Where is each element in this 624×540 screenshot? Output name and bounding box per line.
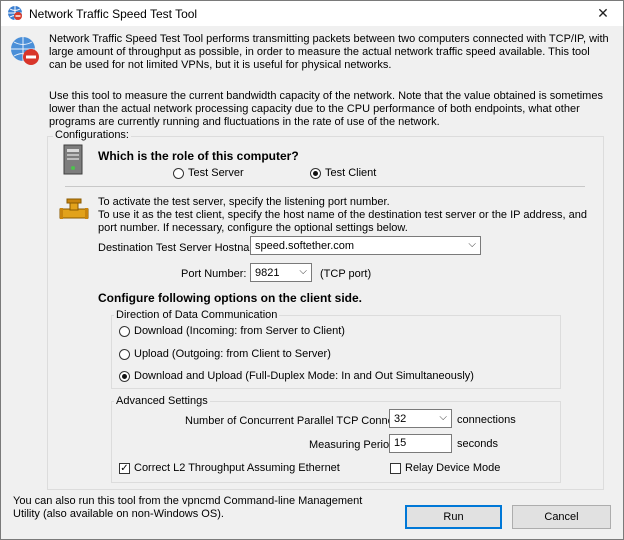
radio-upload-label: Upload (Outgoing: from Client to Server) xyxy=(134,348,331,360)
radio-full-duplex[interactable]: Download and Upload (Full-Duplex Mode: I… xyxy=(119,370,474,382)
connections-value: 32 xyxy=(394,412,407,425)
radio-full-duplex-label: Download and Upload (Full-Duplex Mode: I… xyxy=(134,370,474,382)
chevron-down-icon[interactable]: ⌵ xyxy=(299,266,307,277)
radio-indicator-selected xyxy=(310,167,321,179)
section-divider xyxy=(65,186,585,187)
run-button[interactable]: Run xyxy=(405,505,502,529)
footer-note: You can also run this tool from the vpnc… xyxy=(13,495,363,520)
close-icon: ✕ xyxy=(597,5,609,21)
intro-paragraph-2: Use this tool to measure the current ban… xyxy=(49,90,603,128)
correct-l2-checkbox[interactable]: ✓ Correct L2 Throughput Assuming Etherne… xyxy=(119,462,340,474)
radio-indicator xyxy=(173,167,184,179)
dialog-window: Network Traffic Speed Test Tool ✕ Networ… xyxy=(0,0,624,540)
measuring-period-label: Measuring Period: xyxy=(309,439,399,451)
radio-upload[interactable]: Upload (Outgoing: from Client to Server) xyxy=(119,348,331,360)
measuring-period-input[interactable]: 15 xyxy=(389,434,452,453)
measuring-period-suffix: seconds xyxy=(457,438,498,450)
chevron-down-icon[interactable]: ⌵ xyxy=(468,239,476,250)
close-button[interactable]: ✕ xyxy=(583,1,623,26)
intro-paragraph-1: Network Traffic Speed Test Tool performs… xyxy=(49,33,609,71)
radio-test-client-label: Test Client xyxy=(325,167,377,179)
relay-device-label: Relay Device Mode xyxy=(405,462,501,474)
radio-indicator xyxy=(119,325,130,337)
hostname-combobox[interactable]: speed.softether.com ⌵ xyxy=(250,236,481,255)
direction-legend: Direction of Data Communication xyxy=(114,309,280,321)
radio-test-server[interactable]: Test Server xyxy=(173,167,244,179)
radio-indicator xyxy=(119,348,130,360)
hostname-value: speed.softether.com xyxy=(255,239,355,252)
client-options-heading: Configure following options on the clien… xyxy=(98,291,362,305)
checkbox-empty-icon xyxy=(390,462,401,474)
port-value: 9821 xyxy=(255,266,280,279)
checkmark-icon: ✓ xyxy=(119,462,130,474)
connections-suffix: connections xyxy=(457,414,516,426)
hostname-label: Destination Test Server Hostname: xyxy=(98,242,268,254)
radio-test-client[interactable]: Test Client xyxy=(310,167,376,179)
chevron-down-icon[interactable]: ⌵ xyxy=(439,412,447,423)
role-heading: Which is the role of this computer? xyxy=(98,149,299,163)
relay-device-checkbox[interactable]: Relay Device Mode xyxy=(390,462,500,474)
radio-test-server-label: Test Server xyxy=(188,167,244,179)
instructions-text: To activate the test server, specify the… xyxy=(98,196,587,234)
window-title: Network Traffic Speed Test Tool xyxy=(29,7,198,21)
correct-l2-label: Correct L2 Throughput Assuming Ethernet xyxy=(134,462,340,474)
advanced-settings-legend: Advanced Settings xyxy=(114,395,210,407)
port-suffix: (TCP port) xyxy=(320,268,372,280)
connections-combobox[interactable]: 32 ⌵ xyxy=(389,409,452,428)
computer-tower-icon xyxy=(63,144,83,175)
globe-no-entry-icon xyxy=(11,37,39,65)
pipe-valve-icon xyxy=(59,198,89,219)
radio-download-label: Download (Incoming: from Server to Clien… xyxy=(134,325,345,337)
network-globe-icon xyxy=(8,6,22,20)
radio-download[interactable]: Download (Incoming: from Server to Clien… xyxy=(119,325,345,337)
title-bar[interactable]: Network Traffic Speed Test Tool ✕ xyxy=(1,1,623,26)
cancel-button[interactable]: Cancel xyxy=(512,505,611,529)
port-label: Port Number: xyxy=(181,268,247,280)
radio-indicator-selected xyxy=(119,370,130,382)
port-combobox[interactable]: 9821 ⌵ xyxy=(250,263,312,282)
configurations-legend: Configurations: xyxy=(53,129,131,141)
